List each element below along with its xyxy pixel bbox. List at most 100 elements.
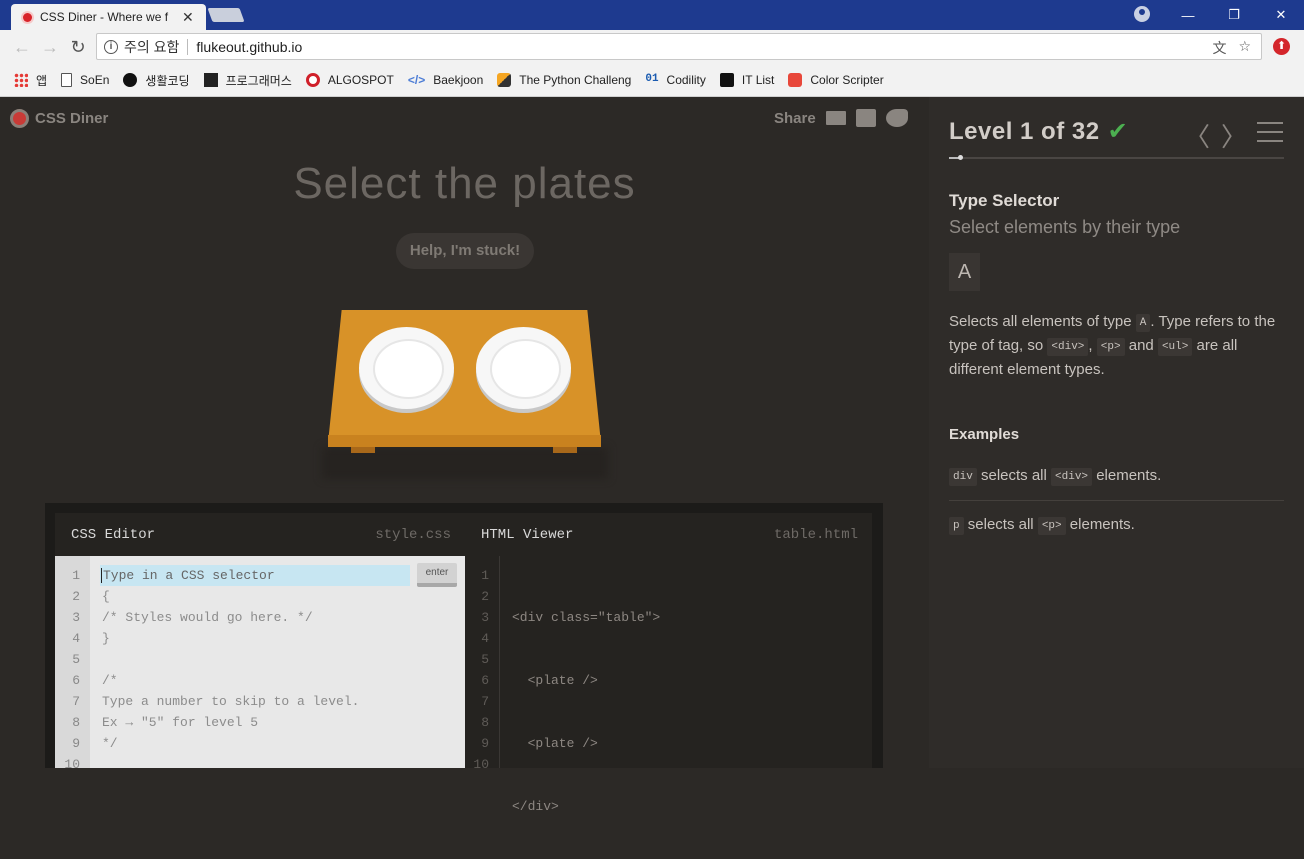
browser-tab[interactable]: CSS Diner - Where we f ✕ — [11, 4, 206, 30]
code-tag: <div> — [1047, 338, 1089, 356]
css-editor-pane: 12345678910 enter { /* Styles would go h… — [55, 556, 465, 772]
css-file-name: style.css — [375, 526, 451, 543]
check-icon: ✔ — [1107, 118, 1129, 145]
bookmark-python-challenge[interactable]: The Python Challeng — [497, 73, 631, 87]
twitter-icon[interactable] — [885, 109, 908, 127]
table-edge — [328, 435, 601, 447]
css-selector-input[interactable] — [100, 565, 410, 586]
forward-button[interactable]: → — [40, 37, 60, 57]
tab-close-icon[interactable]: ✕ — [182, 9, 194, 26]
info-icon[interactable]: i — [104, 39, 118, 54]
bookmark-label: Baekjoon — [433, 73, 484, 87]
css-editor-header: CSS Editor style.css — [55, 513, 465, 556]
bookmark-label: 앱 — [36, 73, 48, 88]
maximize-button[interactable]: ❐ — [1211, 0, 1257, 30]
address-bar[interactable]: i 주의 요함 flukeout.github.io 文 ☆ — [96, 33, 1262, 60]
table-leg — [351, 447, 375, 453]
html-line-div-open[interactable]: <div class="table"> — [512, 607, 660, 628]
selector-syntax: A — [949, 253, 980, 291]
star-icon[interactable]: ☆ — [1238, 38, 1251, 58]
bookmark-codility[interactable]: 01 Codility — [645, 73, 706, 87]
level-sidebar: Level 1 of 32 ✔ 〈 〉 Type Selector Select… — [929, 97, 1304, 768]
game-area: CSS Diner Share Select the plates Help, … — [0, 97, 929, 814]
plate — [359, 327, 454, 409]
table-leg — [553, 447, 577, 453]
plate — [476, 327, 571, 409]
code-tag: <div> — [1051, 468, 1093, 486]
enter-button[interactable]: enter — [417, 563, 457, 587]
bookmark-label: SoEn — [80, 73, 110, 87]
email-icon[interactable] — [825, 111, 846, 125]
back-button[interactable]: ← — [12, 37, 32, 57]
css-code: { /* Styles would go here. */ } /* Type … — [102, 589, 360, 751]
selector-subtitle: Select elements by their type — [949, 217, 1181, 237]
translate-icon[interactable]: 文 — [1212, 38, 1226, 58]
css-diner-page: CSS Diner Share Select the plates Help, … — [0, 97, 1304, 814]
bookmark-baekjoon[interactable]: </> Baekjoon — [408, 73, 483, 87]
reload-button[interactable]: ↻ — [68, 37, 88, 57]
address-separator — [187, 38, 189, 55]
html-line-plate[interactable]: <plate /> — [512, 670, 660, 691]
help-button[interactable]: Help, I'm stuck! — [396, 233, 534, 269]
browser-toolbar: ← → ↻ i 주의 요함 flukeout.github.io 文 ☆ ⬆ — [0, 30, 1304, 64]
document-icon — [61, 73, 73, 87]
extension-icon[interactable]: ⬆ — [1273, 38, 1290, 55]
bookmark-color-scripter[interactable]: Color Scripter — [788, 73, 884, 87]
examples-heading: Examples — [949, 426, 1020, 443]
title-bar: CSS Diner - Where we f ✕ — ❐ ✕ — [0, 0, 1304, 30]
bookmark-label: 프로그래머스 — [225, 73, 292, 88]
html-code: <div class="table"> <plate /> <plate /> … — [512, 565, 660, 859]
code-tag: <ul> — [1157, 338, 1193, 356]
color-scripter-icon — [788, 73, 803, 87]
level-menu-icon[interactable] — [1257, 122, 1283, 142]
html-line-div-close[interactable]: </div> — [512, 796, 660, 817]
code-icon: </> — [407, 73, 426, 87]
order-instruction: Select the plates — [293, 159, 636, 208]
target-icon — [305, 73, 320, 87]
bookmark-label: IT List — [741, 73, 775, 87]
example-item: div selects all <div> elements. — [949, 467, 1284, 501]
plate-logo-icon — [10, 109, 29, 128]
code-tag: <p> — [1037, 517, 1066, 535]
bookmarks-bar: 앱 SoEn 생활코딩 프로그래머스 ALGOSPOT </> Baekjoon … — [0, 64, 1304, 97]
bookmark-apps[interactable]: 앱 — [14, 72, 47, 89]
close-window-button[interactable]: ✕ — [1258, 0, 1304, 30]
bookmark-label: Codility — [666, 73, 706, 87]
bookmark-algospot[interactable]: ALGOSPOT — [305, 73, 394, 87]
html-viewer-header: HTML Viewer table.html — [465, 513, 872, 556]
minimize-button[interactable]: — — [1165, 0, 1211, 30]
previous-level-icon[interactable]: 〈 — [1184, 117, 1210, 154]
bookmark-label: The Python Challeng — [519, 73, 632, 87]
facebook-icon[interactable] — [855, 109, 876, 127]
profile-icon[interactable] — [1134, 6, 1150, 22]
bookmark-it-list[interactable]: IT List — [719, 73, 775, 87]
brand-name: CSS Diner — [35, 110, 109, 127]
bookmark-label: ALGOSPOT — [327, 73, 394, 87]
html-file-name: table.html — [773, 526, 858, 543]
selector-name: Type Selector — [949, 191, 1060, 210]
html-line-plate[interactable]: <plate /> — [512, 733, 660, 754]
bookmark-label: 생활코딩 — [145, 73, 190, 88]
html-viewer-pane: 1 2 3 4 5 6 7 8 9 10 <div class="table"> <plate /… — [465, 556, 872, 814]
example-item: p selects all <p> elements. — [949, 516, 1284, 549]
next-level-icon[interactable]: 〉 — [1221, 117, 1247, 154]
html-viewer-title: HTML Viewer — [481, 526, 574, 543]
code-tag: <p> — [1096, 338, 1125, 356]
code-tag: A — [1135, 314, 1151, 332]
brand[interactable]: CSS Diner — [10, 109, 108, 128]
url-text[interactable]: flukeout.github.io — [196, 39, 302, 55]
security-label[interactable]: 주의 요함 — [124, 37, 179, 57]
editor: CSS Editor style.css HTML Viewer table.h… — [45, 503, 883, 814]
bookmark-soen[interactable]: SoEn — [61, 73, 109, 87]
new-tab-button[interactable] — [207, 8, 245, 22]
line-numbers: 1 2 3 4 5 6 7 8 9 10 — [465, 556, 500, 772]
it-list-icon — [719, 73, 734, 87]
codility-icon: 01 — [645, 73, 659, 85]
python-challenge-icon — [497, 73, 512, 87]
line-numbers: 1 2 3 4 5 6 7 8 9 10 — [55, 556, 90, 772]
bookmark-saenghwal[interactable]: 생활코딩 — [123, 72, 190, 89]
bookmark-programmers[interactable]: 프로그래머스 — [203, 72, 292, 89]
code-tag: p — [949, 517, 964, 535]
circle-icon — [123, 73, 138, 87]
css-diner-favicon-icon — [23, 12, 32, 22]
